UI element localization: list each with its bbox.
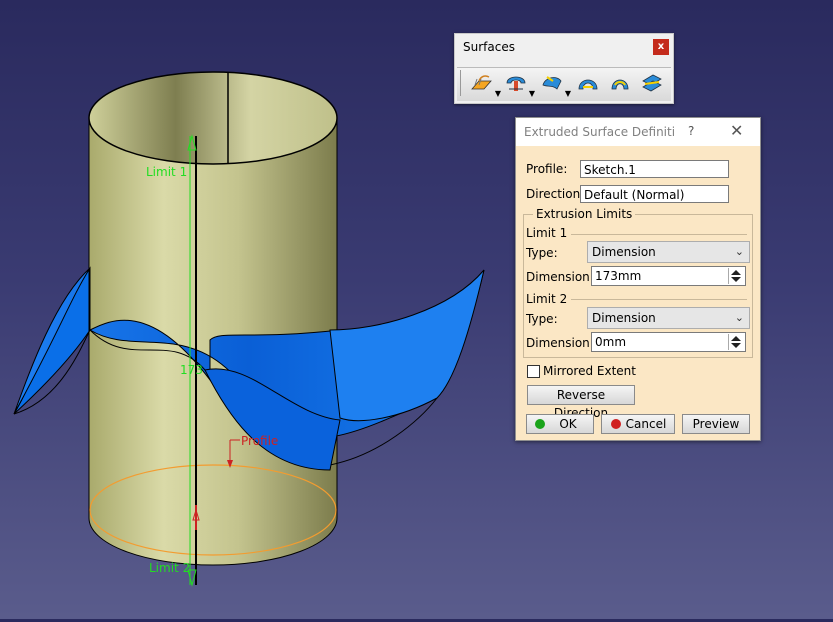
mirrored-extent-checkbox[interactable]: [527, 365, 540, 378]
limit2-type-select[interactable]: Dimension ⌄: [587, 307, 750, 329]
limit2-annotation: Limit 2: [149, 561, 191, 575]
limit1-dimension-spinner[interactable]: 173mm: [591, 266, 746, 286]
dropdown-arrow-icon[interactable]: ▼: [495, 89, 501, 98]
spin-buttons[interactable]: [728, 268, 743, 284]
direction-label: Direction:: [526, 187, 585, 201]
direction-field[interactable]: Default (Normal): [580, 185, 729, 203]
surfaces-toolbar[interactable]: Surfaces x ▼ ▼ ▼: [454, 33, 674, 104]
limit1-title: Limit 1: [526, 226, 568, 240]
dropdown-arrow-icon[interactable]: ▼: [565, 89, 571, 98]
dialog-title: Extruded Surface Definiti...: [524, 125, 674, 139]
limit1-dimension-value: 173mm: [595, 269, 642, 283]
preview-button[interactable]: Preview: [682, 414, 750, 434]
offset-button[interactable]: [607, 71, 637, 97]
cancel-button[interactable]: Cancel: [601, 414, 675, 434]
chevron-down-icon: ⌄: [734, 311, 744, 324]
limit2-type-label: Type:: [526, 312, 558, 326]
toolbar-close-button[interactable]: x: [653, 39, 669, 55]
limit2-dimension-label: Dimension:: [526, 336, 594, 350]
ok-button[interactable]: OK: [526, 414, 594, 434]
limit1-annotation: Limit 1: [146, 165, 188, 179]
cylinder-top-opening: [88, 71, 338, 165]
limit1-type-value: Dimension: [592, 245, 656, 259]
limit1-type-label: Type:: [526, 246, 558, 260]
limit2-type-value: Dimension: [592, 311, 656, 325]
chevron-down-icon: ⌄: [734, 245, 744, 258]
toolbar-grip[interactable]: [460, 70, 463, 96]
limit1-type-select[interactable]: Dimension ⌄: [587, 241, 750, 263]
revolve-surface-icon: [506, 76, 526, 91]
cancel-icon: [611, 419, 621, 429]
toolbar-button-row: ▼ ▼ ▼: [457, 67, 671, 101]
dialog-titlebar[interactable]: Extruded Surface Definiti... ? ✕: [516, 118, 760, 146]
offset-surface-icon: [611, 79, 629, 90]
limit1-dimension-label: Dimension:: [526, 270, 594, 284]
extruded-surface-dialog[interactable]: Extruded Surface Definiti... ? ✕ Profile…: [515, 117, 761, 441]
limit2-dimension-spinner[interactable]: 0mm: [591, 332, 746, 352]
ok-icon: [535, 419, 545, 429]
dialog-close-button[interactable]: ✕: [730, 121, 743, 140]
extrude-button[interactable]: ▼: [469, 71, 501, 98]
extrude-surface-icon: [471, 75, 492, 90]
profile-label: Profile:: [526, 162, 568, 176]
spin-buttons[interactable]: [728, 334, 743, 350]
dropdown-arrow-icon[interactable]: ▼: [529, 89, 535, 98]
limit2-dimension-value: 0mm: [595, 335, 627, 349]
mirrored-extent-label: Mirrored Extent: [543, 364, 636, 378]
sweep-button[interactable]: [639, 71, 669, 97]
help-button[interactable]: ?: [688, 124, 694, 138]
toolbar-title: Surfaces: [463, 40, 515, 54]
cylinder-button[interactable]: [575, 71, 605, 97]
revolve-button[interactable]: ▼: [503, 71, 535, 98]
cylinder-surface-icon: [578, 79, 598, 90]
sweep-surface-icon: [642, 74, 662, 92]
extrusion-limits-title: Extrusion Limits: [533, 207, 636, 221]
ok-label: OK: [559, 417, 577, 431]
sphere-surface-icon: [542, 76, 562, 90]
profile-field[interactable]: Sketch.1: [580, 160, 729, 178]
reverse-direction-button[interactable]: Reverse Direction: [527, 385, 635, 420]
profile-annotation: Profile: [241, 434, 279, 448]
dimension-annotation: 173: [180, 363, 203, 377]
sphere-button[interactable]: ▼: [539, 71, 571, 98]
limit2-title: Limit 2: [526, 292, 568, 306]
